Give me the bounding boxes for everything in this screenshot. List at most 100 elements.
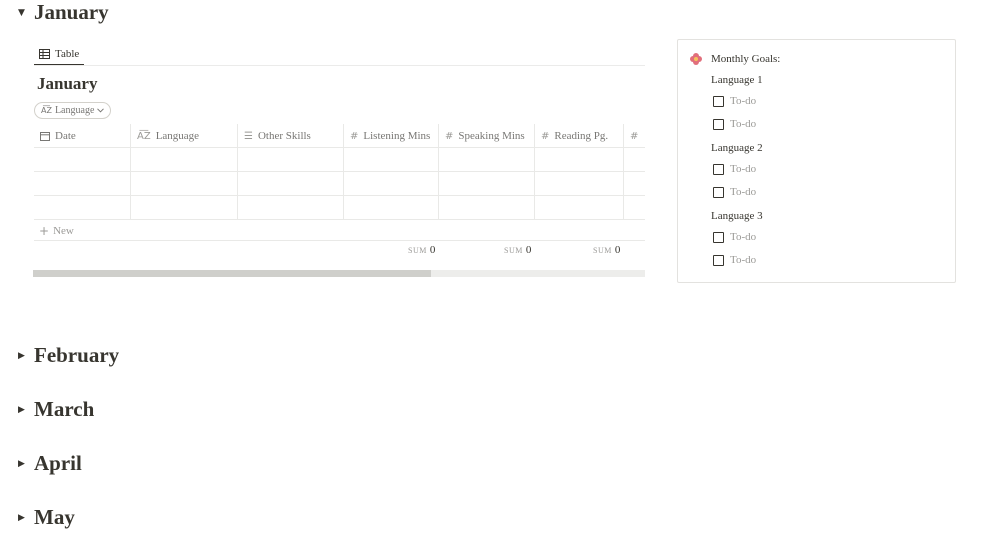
toggle-title-april: April — [34, 451, 82, 475]
table-cell[interactable] — [344, 172, 439, 195]
column-label: Speaking Mins — [458, 130, 525, 142]
collapse-arrow-icon[interactable]: ▶ — [18, 405, 34, 415]
checkbox[interactable] — [713, 163, 724, 175]
table-row[interactable] — [34, 196, 645, 220]
expand-arrow-icon[interactable]: ▼ — [18, 8, 34, 18]
toggle-january[interactable]: ▼ January — [18, 0, 109, 25]
table-cell[interactable] — [439, 196, 535, 219]
table-cell[interactable] — [131, 196, 238, 219]
table-cell[interactable] — [344, 148, 439, 171]
list-icon: ☰ — [244, 130, 253, 142]
toggle-title-february: February — [34, 343, 120, 367]
view-tab-divider — [34, 65, 645, 66]
collapse-arrow-icon[interactable]: ▶ — [18, 351, 34, 361]
table-header: Date A͞Z Language ☰ Other Skills # Liste… — [34, 124, 645, 148]
filter-chip-language[interactable]: A͞Z Language — [34, 102, 112, 119]
todo-item[interactable]: To-do — [713, 95, 756, 107]
column-header-listening-mins[interactable]: # Listening Mins — [344, 124, 439, 148]
table-cell[interactable] — [535, 148, 624, 171]
todo-item[interactable]: To-do — [713, 163, 756, 175]
sum-value: 0 — [429, 244, 436, 256]
toggle-april[interactable]: ▶ April — [18, 451, 82, 476]
filter-chip-label: Language — [54, 105, 95, 116]
sum-speaking-mins[interactable]: SUM 0 — [504, 244, 531, 256]
todo-item[interactable]: To-do — [713, 118, 756, 130]
sum-value: 0 — [525, 244, 532, 256]
plus-icon: + — [39, 223, 50, 238]
checkbox[interactable] — [713, 95, 724, 107]
column-label: Date — [55, 130, 76, 142]
text-property-icon: A͞Z — [137, 130, 151, 142]
language-heading-2: Language 2 — [711, 142, 763, 154]
view-tab-table[interactable]: Table — [34, 43, 85, 66]
view-tab-label: Table — [55, 47, 80, 60]
table-cell[interactable] — [624, 196, 645, 219]
todo-label[interactable]: To-do — [730, 95, 756, 107]
todo-item[interactable]: To-do — [713, 254, 756, 266]
todo-label[interactable]: To-do — [730, 231, 756, 243]
sum-label: SUM — [408, 246, 427, 255]
column-label: Other Skills — [257, 130, 311, 142]
column-header-other-skills[interactable]: ☰ Other Skills — [238, 124, 344, 148]
number-icon: # — [445, 130, 454, 142]
toggle-may[interactable]: ▶ May — [18, 505, 75, 530]
table-row[interactable] — [34, 172, 645, 196]
table-cell[interactable] — [238, 148, 344, 171]
toggle-march[interactable]: ▶ March — [18, 397, 94, 422]
sum-reading-pg[interactable]: SUM 0 — [593, 244, 620, 256]
checkbox[interactable] — [713, 118, 724, 130]
todo-label[interactable]: To-do — [730, 163, 756, 175]
table-cell[interactable] — [34, 196, 131, 219]
collapse-arrow-icon[interactable]: ▶ — [18, 513, 34, 523]
todo-item[interactable]: To-do — [713, 186, 756, 198]
table-cell[interactable] — [34, 172, 131, 195]
todo-item[interactable]: To-do — [713, 231, 756, 243]
table-cell[interactable] — [535, 172, 624, 195]
table-cell[interactable] — [34, 148, 131, 171]
table-cell[interactable] — [439, 148, 535, 171]
column-label: Reading Pg. — [554, 130, 609, 142]
column-label: Language — [155, 130, 200, 142]
number-icon: # — [541, 130, 550, 142]
table-row[interactable] — [34, 148, 645, 172]
column-header-extra[interactable]: # — [624, 124, 645, 148]
checkbox[interactable] — [713, 231, 724, 243]
checkbox[interactable] — [713, 186, 724, 198]
add-new-row-button[interactable]: + New — [34, 221, 645, 241]
column-header-reading-pg[interactable]: # Reading Pg. — [535, 124, 624, 148]
todo-label[interactable]: To-do — [730, 186, 756, 198]
chevron-down-icon — [97, 108, 105, 113]
toggle-february[interactable]: ▶ February — [18, 343, 119, 368]
scrollbar-thumb[interactable] — [33, 270, 431, 277]
checkbox[interactable] — [713, 254, 724, 266]
table-cell[interactable] — [238, 172, 344, 195]
calendar-icon — [40, 132, 50, 141]
table-cell[interactable] — [131, 172, 238, 195]
column-header-language[interactable]: A͞Z Language — [131, 124, 238, 148]
collapse-arrow-icon[interactable]: ▶ — [18, 459, 34, 469]
column-label: Listening Mins — [363, 130, 431, 142]
table-cell[interactable] — [439, 172, 535, 195]
toggle-title-march: March — [34, 397, 95, 421]
sum-value: 0 — [614, 244, 621, 256]
column-header-date[interactable]: Date — [34, 124, 131, 148]
table-cell[interactable] — [624, 172, 645, 195]
table-cell[interactable] — [238, 196, 344, 219]
table-cell[interactable] — [535, 196, 624, 219]
text-property-icon: A͞Z — [41, 106, 52, 115]
column-header-speaking-mins[interactable]: # Speaking Mins — [439, 124, 535, 148]
table-cell[interactable] — [344, 196, 439, 219]
horizontal-scrollbar[interactable] — [33, 270, 645, 277]
sum-listening-mins[interactable]: SUM 0 — [408, 244, 435, 256]
table-cell[interactable] — [131, 148, 238, 171]
todo-label[interactable]: To-do — [730, 254, 756, 266]
number-icon: # — [630, 130, 639, 142]
todo-label[interactable]: To-do — [730, 118, 756, 130]
database-title[interactable]: January — [37, 74, 97, 94]
table-icon — [39, 48, 50, 59]
toggle-title-may: May — [34, 505, 75, 529]
new-row-label: New — [53, 224, 74, 237]
toggle-title-january: January — [34, 0, 109, 24]
sum-label: SUM — [593, 246, 612, 255]
table-cell[interactable] — [624, 148, 645, 171]
